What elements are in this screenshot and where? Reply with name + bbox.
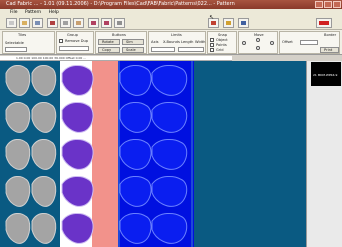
maximize-button[interactable] [324,1,332,8]
limits-section: Limits Axis X-Bounds Length Width [148,31,206,54]
tiles-section: Tiles Selectable [2,31,55,54]
buttons-label: Buttons [112,33,126,37]
selectable-label: Selectable [5,41,24,45]
menu-file[interactable]: File [7,9,21,16]
tool-b-icon [226,21,231,25]
snap-section: Snap Object Points Grid [207,31,237,54]
print-panel-button[interactable]: Print [320,47,339,53]
sim-button[interactable]: Sim [122,39,144,45]
cut-button[interactable] [47,18,58,28]
move-right-radio[interactable] [270,41,274,45]
limit-min-field[interactable] [151,47,175,52]
close-button[interactable] [333,1,341,8]
tiles-label: Tiles [18,33,27,37]
move-left-radio[interactable] [242,41,246,45]
minimize-button[interactable] [315,1,323,8]
grid-label: Grid [216,48,224,52]
group-label: Group [67,33,78,37]
move-down-radio[interactable] [256,46,260,50]
open-button[interactable] [19,18,30,28]
tool-a-icon [211,21,216,25]
app-window: Cad Fabric ... - 1.01 (09.11.2006) - D:\… [0,0,342,247]
print-panel-label: Print [324,48,333,52]
copy-panel-button[interactable]: Copy [98,47,120,53]
mouse-cursor-icon: ↖ [209,14,215,21]
remove-dup-label: Remove Dup [65,39,89,43]
move-section: Move [238,31,278,54]
redo-button[interactable] [101,18,112,28]
cut-icon [50,21,55,25]
group-field[interactable] [59,46,89,51]
preview-pane: 21 MKM.WPK4.9 [306,61,342,247]
menu-pattern[interactable]: Pattern [22,9,44,16]
limit-max-field[interactable] [178,47,204,52]
snap-label: Snap [218,33,228,37]
open-icon [22,21,27,25]
copy-panel-label: Copy [102,48,112,52]
rotate-button[interactable]: Rotate [98,39,120,45]
border-label: Border [324,33,337,37]
print-button[interactable] [114,18,125,28]
length-label: Length [181,40,194,44]
sim-button-label: Sim [126,40,133,44]
remove-dup-checkbox[interactable] [59,39,63,43]
pattern-canvas[interactable] [0,61,306,247]
window-title: Cad Fabric ... - 1.01 (09.11.2006) - D:\… [6,1,235,7]
tool-c-icon [241,21,246,25]
buttons-section: Buttons Rotate Sim Copy Scale [95,31,147,54]
object-checkbox[interactable] [210,38,214,42]
save-icon [35,21,40,25]
tiles-field[interactable] [5,47,27,52]
x-bounds-label: X-Bounds [163,40,180,44]
tool-c-button[interactable] [238,18,249,28]
tessellation-pattern[interactable] [0,61,306,247]
properties-panel: Tiles Selectable Group Remove Dup Button… [0,30,342,55]
cad-logo-icon [319,21,329,25]
grid-checkbox[interactable] [210,48,214,52]
paste-icon [76,21,81,25]
width-label: Width [195,40,206,44]
toolbar [0,16,342,30]
redo-icon [104,21,109,25]
title-bar: Cad Fabric ... - 1.01 (09.11.2006) - D:\… [0,0,342,9]
object-label: Object [216,38,228,42]
copy-button[interactable] [60,18,71,28]
paste-button[interactable] [73,18,84,28]
preview-thumbnail[interactable]: 21 MKM.WPK4.9 [311,62,341,86]
axis-label: Axis [151,40,159,44]
undo-icon [91,21,96,25]
new-icon [9,21,14,25]
copy-icon [63,21,68,25]
menu-bar: File Pattern Help [0,9,342,16]
limits-label: Limits [171,33,182,37]
new-button[interactable] [6,18,17,28]
print-icon [117,21,122,25]
border-section: Border Offset Print [279,31,340,54]
points-label: Points [216,43,227,47]
pink-column [92,61,122,247]
menu-help[interactable]: Help [46,9,62,16]
scale-button[interactable]: Scale [122,47,144,53]
preview-caption: 21 MKM.WPK4.9 [313,73,338,77]
undo-button[interactable] [88,18,99,28]
save-button[interactable] [32,18,43,28]
offset-field[interactable] [300,40,318,45]
scale-label: Scale [126,48,136,52]
rotate-button-label: Rotate [102,40,114,44]
move-label: Move [254,33,264,37]
tool-b-button[interactable] [223,18,234,28]
cad-logo-button[interactable] [316,18,332,28]
points-checkbox[interactable] [210,43,214,47]
info-text: 1.00 0.00 100.00 100.00 36.000 Offset 0.… [16,56,87,60]
group-section: Group Remove Dup [56,31,94,54]
move-up-radio[interactable] [256,38,260,42]
offset-label: Offset [282,40,293,44]
